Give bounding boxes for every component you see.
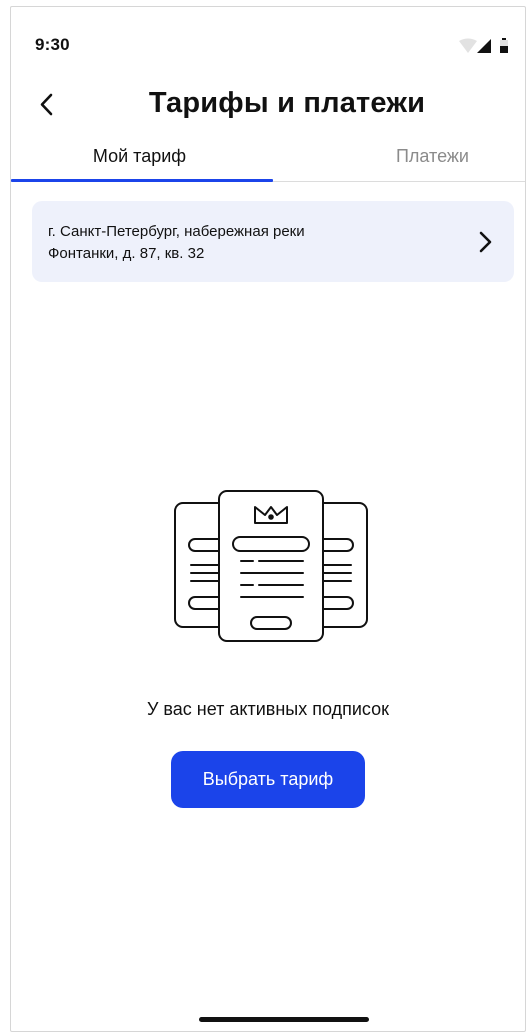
tab-bar: Мой тариф Платежи bbox=[11, 135, 525, 182]
address-text: г. Санкт-Петербург, набережная реки Фонт… bbox=[48, 221, 428, 265]
active-tab-indicator bbox=[11, 179, 273, 182]
status-time: 9:30 bbox=[35, 35, 70, 54]
address-line-2: Фонтанки, д. 87, кв. 32 bbox=[48, 245, 205, 262]
signal-icon bbox=[477, 39, 491, 53]
page-title: Тарифы и платежи bbox=[148, 87, 426, 119]
home-indicator[interactable] bbox=[199, 1017, 369, 1022]
status-bar: 9:30 bbox=[11, 7, 525, 77]
tab-payments[interactable]: Платежи bbox=[268, 135, 525, 181]
address-line-1: г. Санкт-Петербург, набережная реки bbox=[48, 223, 305, 240]
address-card[interactable]: г. Санкт-Петербург, набережная реки Фонт… bbox=[32, 201, 514, 282]
tariff-documents-crown-icon bbox=[174, 490, 368, 642]
phone-screen: 9:30 Тарифы и платежи Мой тариф Платежи … bbox=[10, 6, 526, 1032]
tab-my-tariff[interactable]: Мой тариф bbox=[11, 135, 268, 181]
empty-state-message: У вас нет активных подписок bbox=[147, 699, 389, 719]
wifi-icon bbox=[459, 38, 477, 53]
choose-tariff-button[interactable]: Выбрать тариф bbox=[171, 751, 365, 808]
chevron-right-icon bbox=[479, 231, 492, 253]
battery-icon bbox=[500, 38, 508, 53]
status-icons bbox=[459, 38, 508, 53]
top-bar: Тарифы и платежи bbox=[11, 77, 525, 135]
